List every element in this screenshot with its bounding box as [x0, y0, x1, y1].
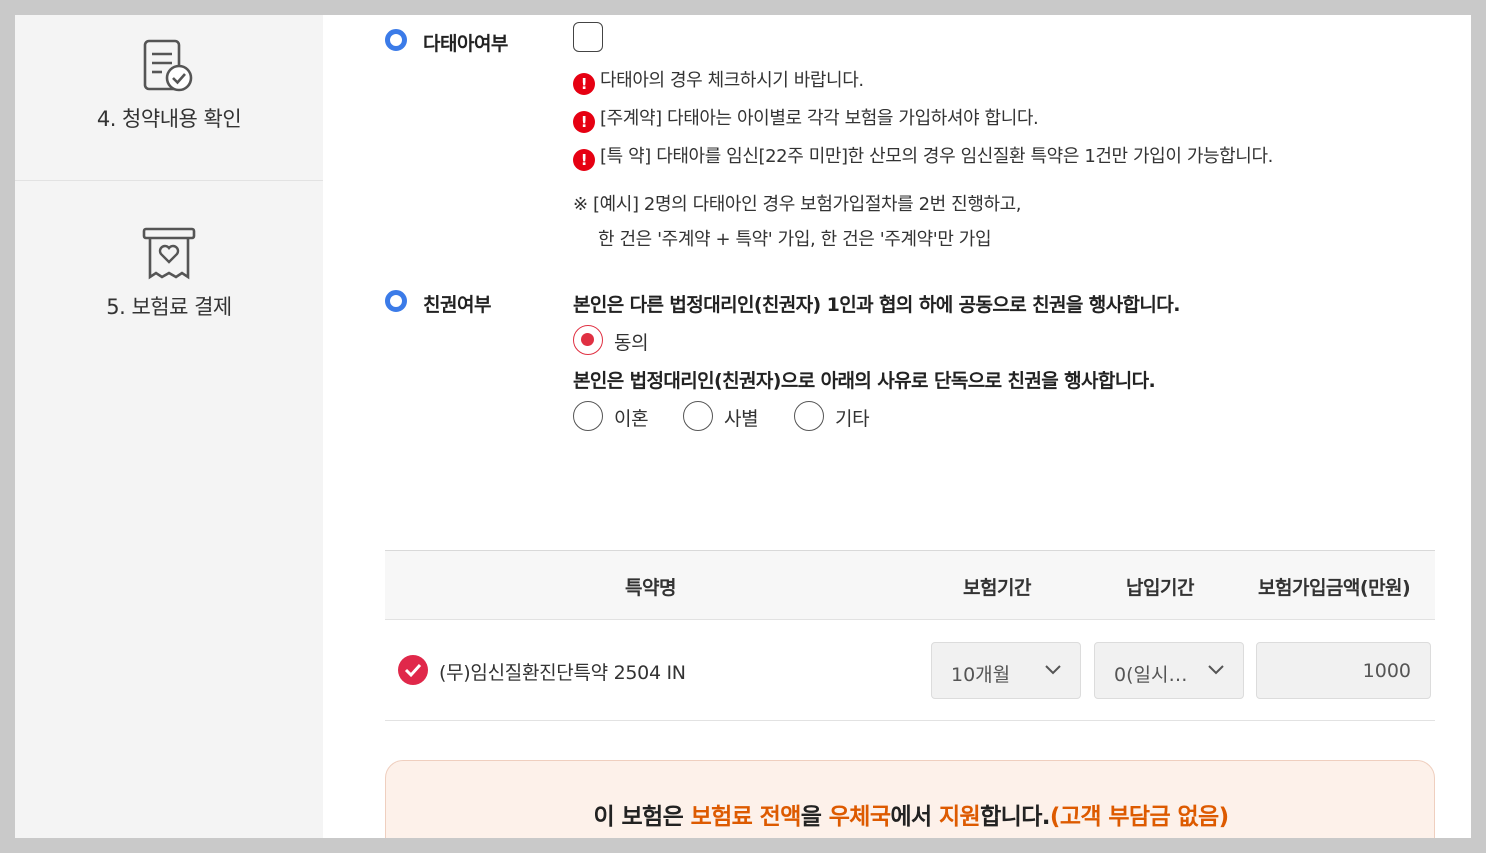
twins-warning-2: ! [주계약] 다태아는 아이별로 각각 보험을 가입하셔야 합니다. [573, 104, 1039, 133]
custody-bullet [385, 290, 407, 312]
step-4-label: 4. 청약내용 확인 [96, 107, 242, 131]
reason-radio-other[interactable] [794, 401, 824, 431]
col-insurance-period: 보험기간 [963, 577, 1031, 599]
document-check-icon [143, 39, 193, 92]
warning-icon: ! [573, 149, 595, 171]
twins-title: 다태아여부 [423, 33, 508, 55]
step-sidebar: 4. 청약내용 확인 5. 보험료 결제 [15, 15, 323, 838]
agree-radio[interactable] [573, 325, 603, 355]
twins-checkbox[interactable] [573, 22, 603, 52]
page-frame: 4. 청약내용 확인 5. 보험료 결제 다태아여부 ! 다태아의 경우 체크하시… [15, 15, 1471, 838]
rider-name: (무)임신질환진단특약 2504 IN [439, 662, 686, 684]
rider-selected-check[interactable] [398, 655, 428, 685]
twins-warning-1: ! 다태아의 경우 체크하시기 바랍니다. [573, 66, 864, 95]
col-payment-period: 납입기간 [1126, 577, 1194, 599]
twins-bullet [385, 29, 407, 51]
step-4[interactable]: 4. 청약내용 확인 [15, 37, 323, 133]
agree-label[interactable]: 동의 [614, 328, 649, 355]
warning-icon: ! [573, 111, 595, 133]
receipt-heart-icon [142, 227, 196, 280]
insurance-period-select[interactable]: 10개월 [931, 642, 1081, 699]
reason-label-other[interactable]: 기타 [835, 404, 870, 431]
step-divider [15, 180, 323, 181]
step-5[interactable]: 5. 보험료 결제 [15, 225, 323, 321]
reason-radio-bereavement[interactable] [683, 401, 713, 431]
insurance-period-value: 10개월 [951, 664, 1011, 686]
reason-radio-divorce[interactable] [573, 401, 603, 431]
twins-note-line-2: 한 건은 '주계약 + 특약' 가입, 한 건은 '주계약'만 가입 [598, 229, 992, 250]
check-icon [404, 663, 422, 678]
support-banner: 이 보험은 보험료 전액을 우체국에서 지원합니다.(고객 부담금 없음) [385, 760, 1435, 838]
col-insured-amount: 보험가입금액(만원) [1258, 577, 1411, 599]
twins-note-line-1: ※ [예시] 2명의 다태아인 경우 보험가입절차를 2번 진행하고, [573, 194, 1022, 215]
reason-label-bereavement[interactable]: 사별 [724, 404, 759, 431]
warning-icon: ! [573, 73, 595, 95]
joint-custody-statement: 본인은 다른 법정대리인(친권자) 1인과 협의 하에 공동으로 친권을 행사합… [573, 294, 1180, 316]
support-banner-text: 이 보험은 보험료 전액을 우체국에서 지원합니다.(고객 부담금 없음) [593, 804, 1230, 830]
table-row: (무)임신질환진단특약 2504 IN 10개월 0(일시… 1000 [385, 620, 1435, 721]
chevron-down-icon [1208, 665, 1224, 675]
custody-title: 친권여부 [423, 294, 491, 316]
rider-table-header: 특약명 보험기간 납입기간 보험가입금액(만원) [385, 550, 1435, 620]
payment-period-select[interactable]: 0(일시… [1094, 642, 1244, 699]
insured-amount-field[interactable]: 1000 [1256, 642, 1431, 699]
sole-custody-statement: 본인은 법정대리인(친권자)으로 아래의 사유로 단독으로 친권을 행사합니다. [573, 370, 1156, 392]
payment-period-value: 0(일시… [1114, 664, 1188, 686]
chevron-down-icon [1045, 665, 1061, 675]
twins-warning-3: ! [특 약] 다태아를 임신[22주 미만]한 산모의 경우 임신질환 특약은 … [573, 142, 1273, 171]
col-rider-name: 특약명 [625, 577, 676, 599]
reason-label-divorce[interactable]: 이혼 [614, 404, 649, 431]
step-5-label: 5. 보험료 결제 [106, 295, 232, 319]
